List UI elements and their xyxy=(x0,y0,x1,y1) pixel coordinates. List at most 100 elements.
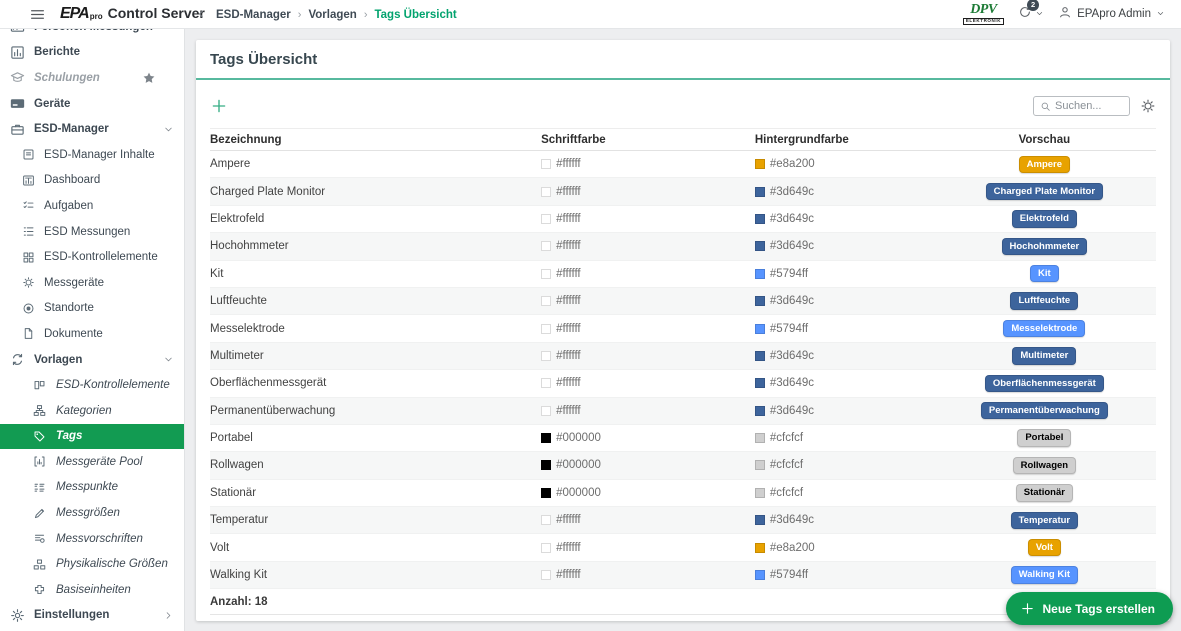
chevron-down-icon[interactable] xyxy=(163,124,174,135)
column-header-schriftfarbe[interactable]: Schriftfarbe xyxy=(541,134,755,146)
sidebar-item-messger-te-pool[interactable]: Messgeräte Pool xyxy=(0,449,184,475)
font-color-swatch xyxy=(541,488,551,498)
bg-color-swatch xyxy=(755,324,765,334)
tag-preview-badge: Messelektrode xyxy=(1003,320,1085,337)
sidebar-item-kategorien[interactable]: Kategorien xyxy=(0,398,184,424)
bg-color-swatch xyxy=(755,351,765,361)
person-icon xyxy=(1058,5,1072,24)
sidebar-item-aufgaben[interactable]: Aufgaben xyxy=(0,193,184,219)
font-color-value: #ffffff xyxy=(556,295,581,307)
sidebar-item-basiseinheiten[interactable]: Basiseinheiten xyxy=(0,577,184,603)
add-tag-button[interactable] xyxy=(210,97,228,115)
search-input[interactable] xyxy=(1055,100,1125,112)
font-color-swatch xyxy=(541,296,551,306)
sidebar-item-label: Tags xyxy=(56,430,82,442)
bg-color-value: #cfcfcf xyxy=(770,487,803,499)
breadcrumb-item[interactable]: ESD-Manager xyxy=(216,9,291,21)
sidebar-item-label: Messgeräte xyxy=(44,277,104,289)
table-row[interactable]: Luftfeuchte#ffffff#3d649cLuftfeuchte xyxy=(210,288,1156,315)
column-header-vorschau[interactable]: Vorschau xyxy=(933,134,1156,146)
font-color-value: #ffffff xyxy=(556,240,581,252)
bg-color-value: #5794ff xyxy=(770,569,808,581)
sidebar-item-esd-manager[interactable]: ESD-Manager xyxy=(0,116,184,142)
table-row[interactable]: Walking Kit#ffffff#5794ffWalking Kit xyxy=(210,562,1156,589)
breadcrumb-item[interactable]: Vorlagen xyxy=(308,9,356,21)
sidebar-item-label: Vorlagen xyxy=(34,354,82,366)
sidebar-item-messvorschriften[interactable]: Messvorschriften xyxy=(0,526,184,552)
table-row[interactable]: Rollwagen#000000#cfcfcfRollwagen xyxy=(210,452,1156,479)
table-row[interactable]: Volt#ffffff#e8a200Volt xyxy=(210,534,1156,561)
sidebar-item-label: Physikalische Größen xyxy=(56,558,168,570)
sidebar-item-ger-te[interactable]: Geräte xyxy=(0,91,184,117)
sidebar-item-esd-messungen[interactable]: ESD Messungen xyxy=(0,219,184,245)
tag-preview-badge: Luftfeuchte xyxy=(1010,292,1078,309)
sidebar-item-berichte[interactable]: Berichte xyxy=(0,40,184,66)
create-tag-button[interactable]: Neue Tags erstellen xyxy=(1006,592,1174,625)
table-row[interactable]: Portabel#000000#cfcfcfPortabel xyxy=(210,425,1156,452)
sidebar-item-physikalische-gr-en[interactable]: Physikalische Größen xyxy=(0,551,184,577)
table-row[interactable]: Stationär#000000#cfcfcfStationär xyxy=(210,480,1156,507)
sidebar-item-vorlagen[interactable]: Vorlagen xyxy=(0,347,184,373)
bg-color-value: #e8a200 xyxy=(770,158,815,170)
sidebar-item-label: Messvorschriften xyxy=(56,533,143,545)
table-row[interactable]: Oberflächenmessgerät#ffffff#3d649cOberfl… xyxy=(210,370,1156,397)
table-settings-icon[interactable] xyxy=(1140,98,1156,114)
bg-color-value: #5794ff xyxy=(770,268,808,280)
search-box xyxy=(1033,96,1130,116)
sidebar-item-einstellungen[interactable]: Einstellungen xyxy=(0,603,184,629)
sidebar-item-messpunkte[interactable]: Messpunkte xyxy=(0,475,184,501)
table-row[interactable]: Temperatur#ffffff#3d649cTemperatur xyxy=(210,507,1156,534)
sidebar-item-messgr-en[interactable]: Messgrößen xyxy=(0,500,184,526)
sidebar-item-esd-manager-inhalte[interactable]: ESD-Manager Inhalte xyxy=(0,142,184,168)
tag-preview-badge: Volt xyxy=(1028,539,1061,556)
tag-name: Ampere xyxy=(210,158,250,170)
sidebar-item-dashboard[interactable]: Dashboard xyxy=(0,168,184,194)
table-row[interactable]: Messelektrode#ffffff#5794ffMesselektrode xyxy=(210,315,1156,342)
breadcrumb-separator: › xyxy=(298,9,302,21)
table-row[interactable]: Ampere#ffffff#e8a200Ampere xyxy=(210,151,1156,178)
pencil-icon xyxy=(33,507,46,520)
table-row[interactable]: Multimeter#ffffff#3d649cMultimeter xyxy=(210,343,1156,370)
table-row[interactable]: Charged Plate Monitor#ffffff#3d649cCharg… xyxy=(210,178,1156,205)
sidebar-item-label: ESD-Kontrollelemente xyxy=(56,379,170,391)
menu-icon[interactable] xyxy=(29,6,46,23)
page-title: Tags Übersicht xyxy=(210,51,317,68)
column-header-hintergrundfarbe[interactable]: Hintergrundfarbe xyxy=(755,134,933,146)
tag-preview-badge: Stationär xyxy=(1016,484,1073,501)
bg-color-swatch xyxy=(755,488,765,498)
chevron-down-icon[interactable] xyxy=(163,354,174,365)
sidebar-item-messger-te[interactable]: Messgeräte xyxy=(0,270,184,296)
sidebar-item-label: Dashboard xyxy=(44,174,100,186)
graduation-cap-icon xyxy=(10,70,25,85)
sidebar-item-schulungen[interactable]: Schulungen xyxy=(0,65,184,91)
breadcrumb-back-icon[interactable] xyxy=(193,8,209,22)
sidebar-item-dokumente[interactable]: Dokumente xyxy=(0,321,184,347)
bg-color-value: #3d649c xyxy=(770,514,814,526)
table-row[interactable]: Kit#ffffff#5794ffKit xyxy=(210,261,1156,288)
bg-color-value: #3d649c xyxy=(770,350,814,362)
font-color-swatch xyxy=(541,460,551,470)
note-card-icon xyxy=(22,148,35,161)
font-color-swatch xyxy=(541,324,551,334)
breadcrumb-item[interactable]: Tags Übersicht xyxy=(374,9,456,21)
sidebar-item-esd-kontrollelemente[interactable]: ESD-Kontrollelemente xyxy=(0,244,184,270)
bg-color-value: #3d649c xyxy=(770,213,814,225)
table-row[interactable]: Permanentüberwachung#ffffff#3d649cPerman… xyxy=(210,398,1156,425)
sidebar-item-esd-kontrollelemente[interactable]: ESD-Kontrollelemente xyxy=(0,372,184,398)
font-color-swatch xyxy=(541,433,551,443)
sidebar-item-standorte[interactable]: Standorte xyxy=(0,296,184,322)
font-color-swatch xyxy=(541,515,551,525)
column-header-bezeichnung[interactable]: Bezeichnung xyxy=(210,134,541,146)
chevron-right-icon[interactable] xyxy=(163,610,174,621)
bg-color-swatch xyxy=(755,187,765,197)
user-menu[interactable]: EPApro Admin xyxy=(1058,5,1165,24)
bg-color-swatch xyxy=(755,296,765,306)
tag-icon xyxy=(33,430,46,443)
bg-color-swatch xyxy=(755,159,765,169)
table-row[interactable]: Hochohmmeter#ffffff#3d649cHochohmmeter xyxy=(210,233,1156,260)
sidebar-item-tags[interactable]: Tags xyxy=(0,424,184,450)
sync-button[interactable]: 2 xyxy=(1018,5,1044,24)
table-row[interactable]: Elektrofeld#ffffff#3d649cElektrofeld xyxy=(210,206,1156,233)
sidebar-item-personen-messungen[interactable]: Personen Messungen xyxy=(0,29,184,40)
grid-icon xyxy=(22,251,35,264)
